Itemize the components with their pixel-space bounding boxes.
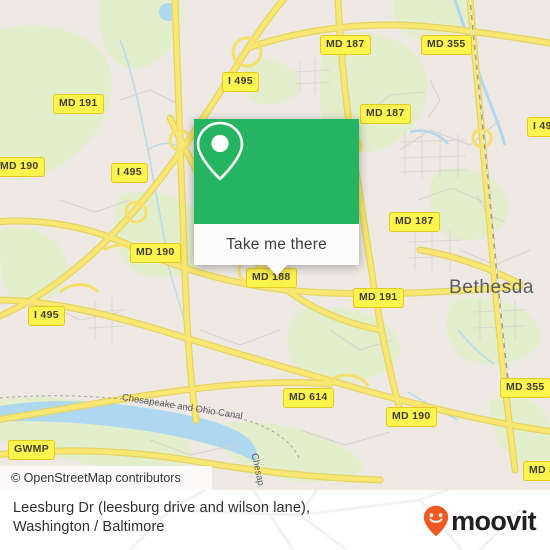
road-shield: MD 187 [320, 35, 371, 55]
map-pin-icon [196, 121, 244, 181]
map-canvas[interactable]: Bethesda Chesapeake and Ohio Canal Chesa… [0, 0, 550, 490]
osm-attribution[interactable]: © OpenStreetMap contributors [0, 466, 212, 490]
osm-attribution-text: © OpenStreetMap contributors [11, 471, 181, 485]
screenshot-root: Bethesda Chesapeake and Ohio Canal Chesa… [0, 0, 550, 550]
road-shield: MD 614 [283, 388, 334, 408]
road-shield: MD 191 [353, 288, 404, 308]
location-title-line2: Washington / Baltimore [13, 519, 165, 535]
road-shield: I 495 [222, 72, 259, 92]
take-me-there-button[interactable]: Take me there [194, 224, 359, 265]
location-title-line1: Leesburg Dr (leesburg drive and wilson l… [13, 500, 311, 516]
road-shield: GWMP [8, 440, 56, 460]
moovit-pin-icon [423, 505, 449, 537]
moovit-logo[interactable]: moovit [423, 505, 537, 537]
take-me-there-label: Take me there [226, 235, 327, 253]
place-label-bethesda: Bethesda [449, 277, 535, 298]
location-title: Leesburg Dr (leesburg drive and wilson l… [13, 499, 310, 537]
road-shield: I 495 [111, 163, 148, 183]
road-shield: MD 190 [130, 243, 181, 263]
road-shield: MD 190 [0, 157, 45, 177]
footer-bar: Leesburg Dr (leesburg drive and wilson l… [0, 490, 550, 550]
callout-icon-area [194, 119, 359, 224]
road-shield: MD 191 [53, 94, 104, 114]
moovit-wordmark: moovit [451, 505, 537, 536]
road-shield: I 495 [28, 306, 65, 326]
road-shield: MD 355 [421, 35, 472, 55]
road-shield: I 495 [527, 117, 550, 137]
road-shield: MD 355 [500, 378, 550, 398]
road-shield: MD 355 [523, 461, 550, 481]
road-shield: MD 190 [386, 407, 437, 427]
road-shield: MD 187 [360, 104, 411, 124]
location-callout-card[interactable]: Take me there [194, 119, 359, 276]
road-shield: MD 187 [389, 212, 440, 232]
callout-pointer [266, 265, 287, 276]
